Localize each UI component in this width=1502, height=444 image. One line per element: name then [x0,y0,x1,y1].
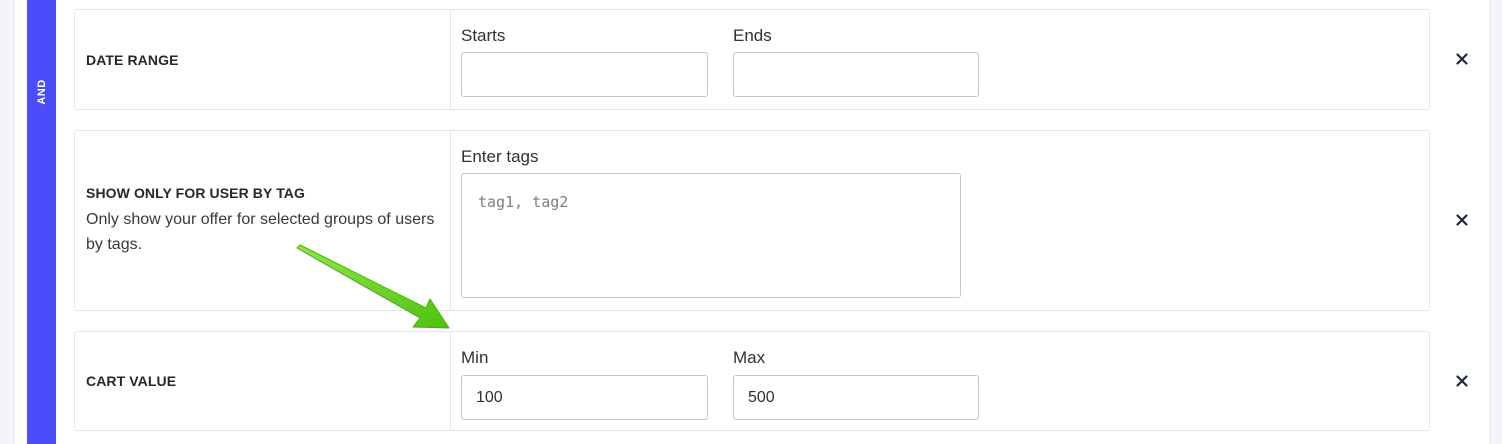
ends-date-input[interactable] [733,52,979,97]
starts-label: Starts [461,26,506,45]
remove-date-range-button[interactable] [1452,49,1472,69]
starts-date-input[interactable] [461,52,708,97]
remove-user-tag-button[interactable] [1452,210,1472,230]
ends-label: Ends [733,26,772,45]
condition-description: Only show your offer for selected groups… [86,210,435,253]
close-icon [1456,53,1468,65]
min-label: Min [461,348,489,367]
max-label: Max [733,348,766,367]
and-operator-label: AND [36,79,48,105]
close-icon [1456,375,1468,387]
close-icon [1456,214,1468,226]
and-operator-bar [27,0,56,444]
condition-title: DATE RANGE [86,51,179,68]
condition-cart-value: CART VALUE Min Max [74,331,1430,431]
min-cart-value-input[interactable] [461,375,708,420]
remove-cart-value-button[interactable] [1452,371,1472,391]
condition-header: SHOW ONLY FOR USER BY TAG Only show your… [75,131,451,310]
condition-title: SHOW ONLY FOR USER BY TAG [86,184,306,201]
enter-tags-label: Enter tags [461,147,539,166]
condition-user-tag: SHOW ONLY FOR USER BY TAG Only show your… [74,130,1430,311]
condition-header: CART VALUE [75,332,451,430]
condition-header: DATE RANGE [75,10,451,109]
condition-title: CART VALUE [86,373,177,389]
tags-input[interactable] [461,173,961,298]
max-cart-value-input[interactable] [733,375,979,420]
condition-date-range: DATE RANGE Starts Ends [74,9,1430,110]
